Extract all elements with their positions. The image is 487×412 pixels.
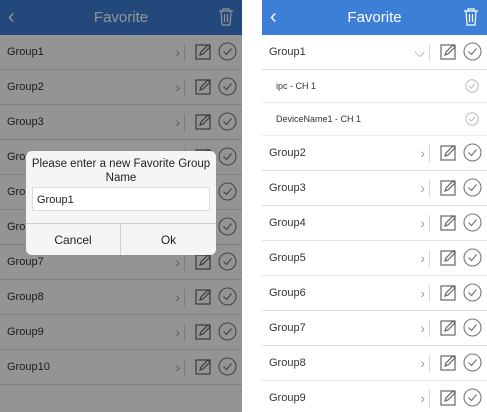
group-row[interactable]: Group6 › — [262, 276, 487, 311]
check-circle-icon[interactable] — [463, 178, 482, 197]
edit-icon[interactable] — [440, 179, 457, 196]
group-name: Group6 — [269, 287, 306, 299]
channel-row[interactable]: DeviceName1 - CH 1 — [262, 103, 487, 136]
chevron-right-icon[interactable]: › — [420, 381, 425, 412]
channel-list: ipc - CH 1 DeviceName1 - CH 1 — [262, 70, 487, 136]
edit-icon[interactable] — [440, 389, 457, 406]
chevron-right-icon[interactable]: › — [420, 171, 425, 205]
edit-icon[interactable] — [440, 354, 457, 371]
group-row[interactable]: Group2 › — [262, 136, 487, 171]
group-name: Group3 — [269, 182, 306, 194]
group-name: Group4 — [269, 217, 306, 229]
trash-icon[interactable] — [463, 8, 479, 26]
group-row[interactable]: Group4 › — [262, 206, 487, 241]
check-circle-icon[interactable] — [463, 353, 482, 372]
edit-icon[interactable] — [440, 43, 457, 60]
check-circle-icon[interactable] — [463, 248, 482, 267]
edit-icon[interactable] — [440, 284, 457, 301]
edit-icon[interactable] — [440, 319, 457, 336]
chevron-right-icon[interactable]: › — [420, 136, 425, 170]
check-circle-icon[interactable] — [463, 318, 482, 337]
check-circle-icon[interactable] — [463, 283, 482, 302]
ok-button[interactable]: Ok — [121, 224, 216, 255]
check-circle-icon[interactable] — [463, 213, 482, 232]
check-circle-icon[interactable] — [463, 388, 482, 407]
edit-icon[interactable] — [440, 214, 457, 231]
chevron-right-icon[interactable]: › — [420, 346, 425, 380]
cancel-button[interactable]: Cancel — [26, 224, 121, 255]
edit-icon[interactable] — [440, 249, 457, 266]
group-name-input[interactable]: Group1 — [32, 187, 210, 211]
group-name: Group7 — [269, 322, 306, 334]
group-row[interactable]: Group7 › — [262, 311, 487, 346]
chevron-right-icon[interactable]: › — [420, 206, 425, 240]
group-name: Group8 — [269, 357, 306, 369]
left-screen: ‹ Favorite Group1›Group2›Group3›Group4›G… — [0, 0, 242, 412]
chevron-down-icon[interactable]: ⌵ — [414, 35, 425, 69]
group-row[interactable]: Group8 › — [262, 346, 487, 381]
group-name: Group5 — [269, 252, 306, 264]
channel-name: DeviceName1 - CH 1 — [276, 114, 362, 124]
dialog-title: Please enter a new Favorite Group Name — [31, 158, 211, 184]
chevron-right-icon[interactable]: › — [420, 276, 425, 310]
group-row-expanded[interactable]: Group1 ⌵ — [262, 35, 487, 70]
chevron-right-icon[interactable]: › — [420, 311, 425, 345]
channel-row[interactable]: ipc - CH 1 — [262, 70, 487, 103]
right-screen: ‹ Favorite Group1 ⌵ ipc - CH 1 DeviceName… — [262, 0, 487, 412]
check-circle-icon[interactable] — [463, 42, 482, 61]
check-circle-icon[interactable] — [463, 143, 482, 162]
dialog-buttons: Cancel Ok — [26, 223, 216, 255]
rename-dialog: Please enter a new Favorite Group Name G… — [26, 151, 216, 255]
channel-name: ipc - CH 1 — [276, 81, 317, 91]
group-row[interactable]: Group9 › — [262, 381, 487, 412]
group-row[interactable]: Group5 › — [262, 241, 487, 276]
check-circle-icon[interactable] — [465, 112, 479, 126]
edit-icon[interactable] — [440, 144, 457, 161]
group-name: Group9 — [269, 392, 306, 404]
header-bar: ‹ Favorite — [262, 0, 487, 35]
chevron-right-icon[interactable]: › — [420, 241, 425, 275]
group-list: Group2 › Group3 › Group4 › Group5 › Group6 › Group… — [262, 136, 487, 412]
page-title: Favorite — [347, 9, 402, 26]
group-name: Group2 — [269, 147, 306, 159]
group-row[interactable]: Group3 › — [262, 171, 487, 206]
check-circle-icon[interactable] — [465, 79, 479, 93]
group-name: Group1 — [269, 46, 306, 58]
